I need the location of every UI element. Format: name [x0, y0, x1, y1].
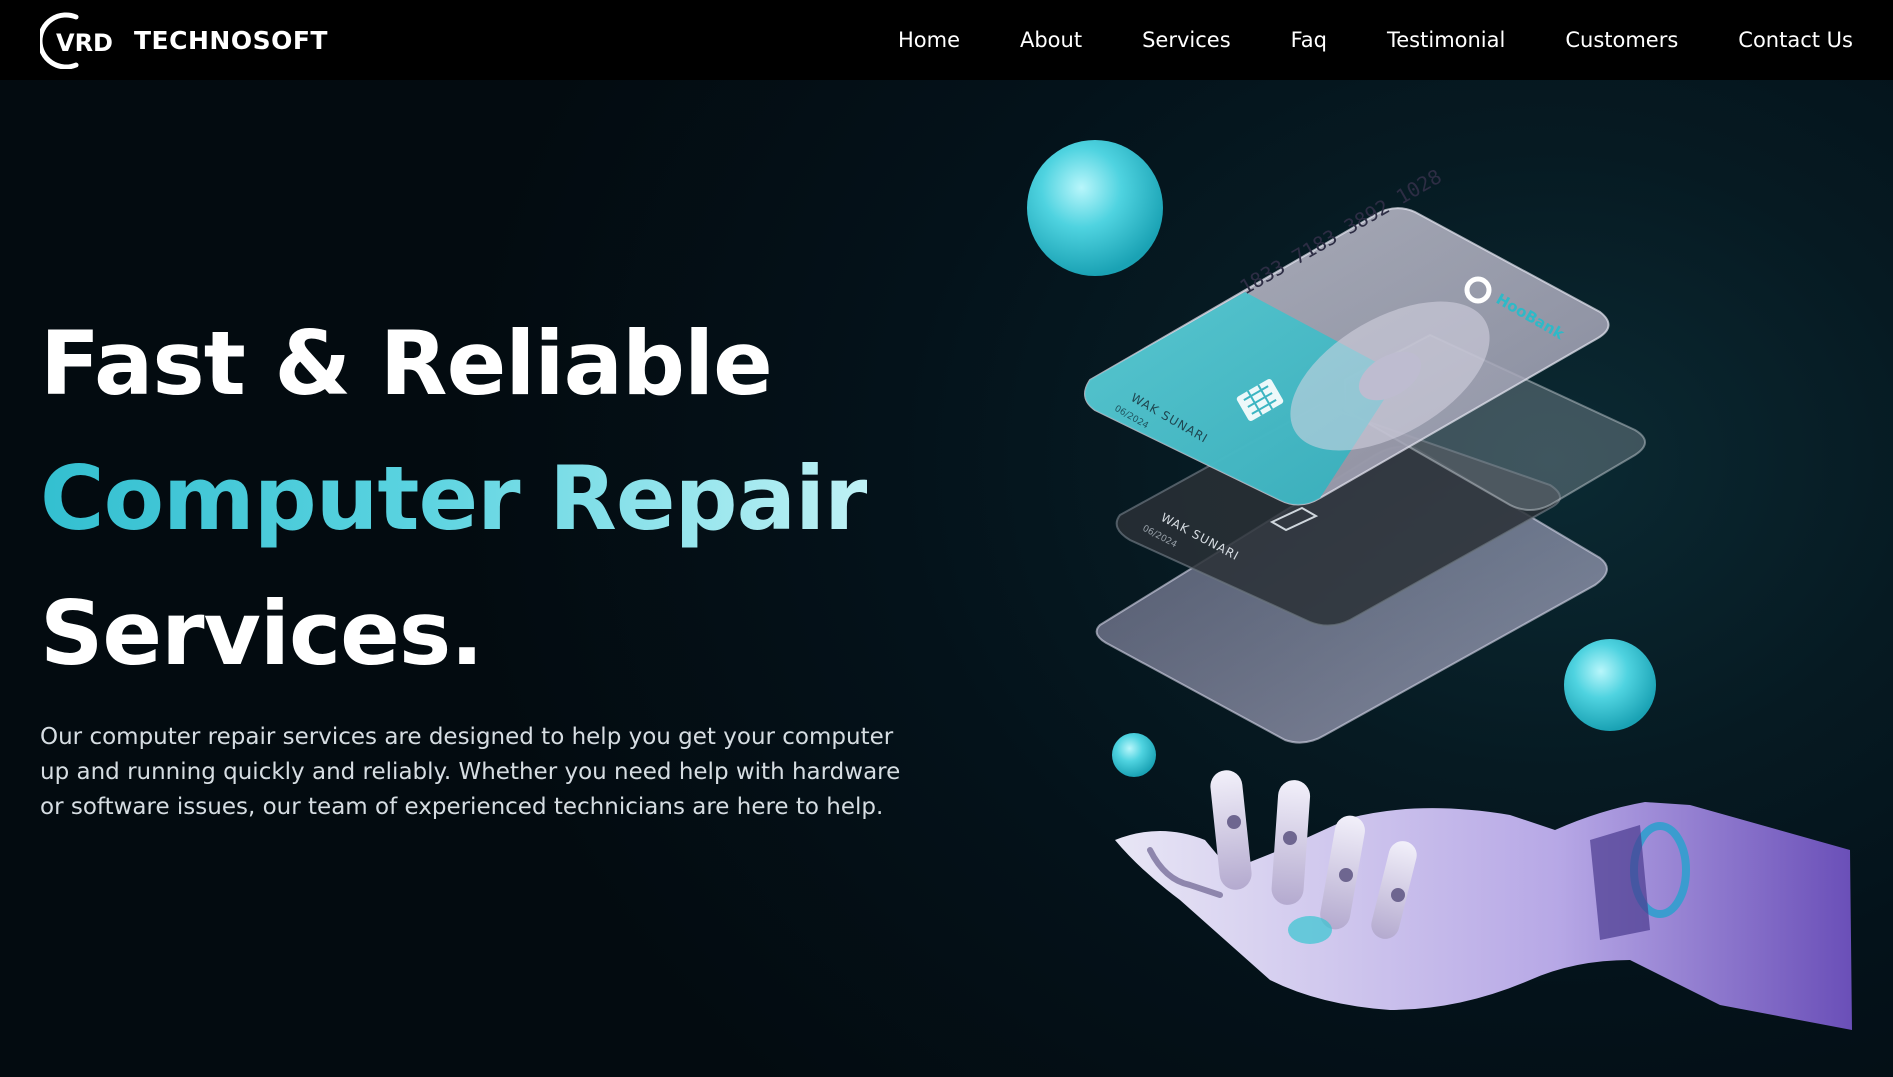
nav-link-home[interactable]: Home: [898, 28, 960, 52]
robot-hand-illustration: [1115, 770, 1852, 1030]
navbar: VRD TECHNOSOFT Home About Services Faq T…: [0, 0, 1893, 80]
logo-mark-text: VRD: [56, 29, 113, 57]
nav-link-faq[interactable]: Faq: [1291, 28, 1327, 52]
logo-text: TECHNOSOFT: [134, 25, 328, 55]
headline-line-2: Computer Repair: [40, 431, 868, 566]
hero-illustration: WAK SUNARI 06/2024 1833 7183 3892 1028 H…: [990, 80, 1893, 1077]
nav-link-contact-us[interactable]: Contact Us: [1738, 28, 1853, 52]
logo[interactable]: VRD TECHNOSOFT: [40, 11, 328, 69]
nav-link-about[interactable]: About: [1020, 28, 1082, 52]
nav-link-testimonial[interactable]: Testimonial: [1387, 28, 1505, 52]
nav-link-services[interactable]: Services: [1142, 28, 1231, 52]
vrd-logo-icon: VRD: [40, 11, 124, 69]
sphere-small: [1112, 733, 1156, 777]
sphere-large: [1027, 140, 1163, 276]
hero-description: Our computer repair services are designe…: [40, 724, 901, 820]
sphere-medium: [1564, 639, 1656, 731]
nav-links: Home About Services Faq Testimonial Cust…: [838, 28, 1853, 52]
nav-link-customers[interactable]: Customers: [1565, 28, 1678, 52]
hero-section: Fast & Reliable Computer Repair Services…: [0, 80, 1893, 1077]
headline-line-1: Fast & Reliable: [40, 312, 773, 415]
headline-line-3: Services.: [40, 582, 484, 685]
